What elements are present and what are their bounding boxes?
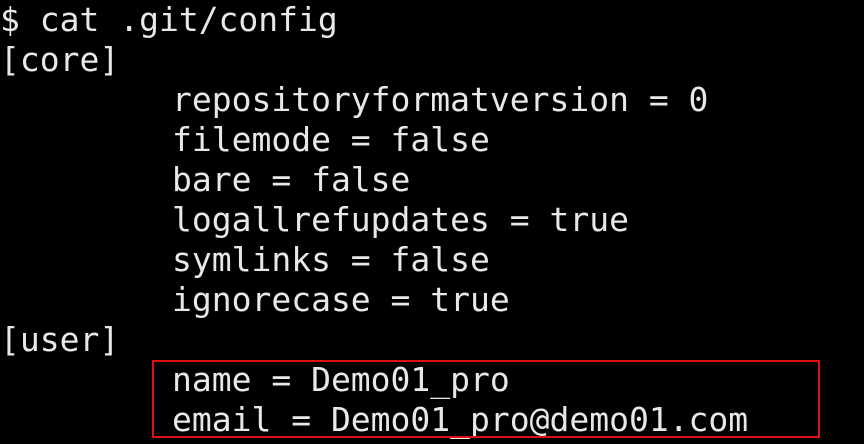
config-line-ignorecase: ignorecase = true <box>172 280 510 319</box>
section-header-user: [user] <box>0 320 120 359</box>
config-line-repositoryformatversion: repositoryformatversion = 0 <box>172 80 709 119</box>
config-line-symlinks: symlinks = false <box>172 240 490 279</box>
config-line-bare: bare = false <box>172 160 411 199</box>
command-line: $ cat .git/config <box>0 0 338 40</box>
config-line-logallrefupdates: logallrefupdates = true <box>172 200 629 239</box>
terminal-window[interactable]: $ cat .git/config [core] repositoryforma… <box>0 0 864 444</box>
command-text: cat .git/config <box>39 0 338 39</box>
section-header-core: [core] <box>0 40 120 79</box>
highlight-box <box>152 360 820 438</box>
config-line-filemode: filemode = false <box>172 120 490 159</box>
prompt-symbol: $ <box>0 0 20 39</box>
